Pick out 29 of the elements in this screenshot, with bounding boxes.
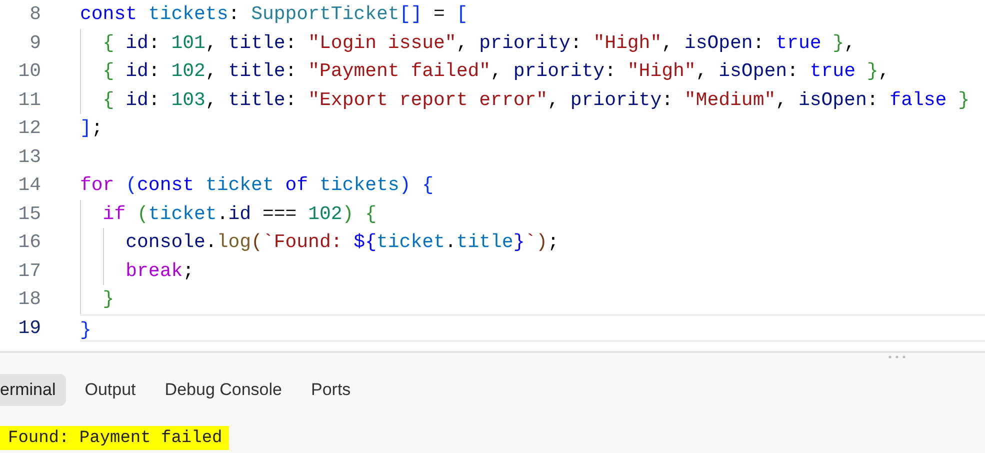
drag-handle-icon[interactable] xyxy=(887,354,907,360)
code-line: { id: 103, title: "Export report error", priority: "Medium", isOpen: false } xyxy=(102,88,970,110)
code-line: { id: 101, title: "Login issue", priority: "High", isOpen: true }, xyxy=(102,32,856,54)
panel-tab[interactable]: Ports xyxy=(301,374,361,406)
code-line: const tickets: SupportTicket[] = [ xyxy=(80,3,468,25)
line-number: 15 xyxy=(17,202,41,226)
line-number: 19 xyxy=(17,316,41,340)
code-line: break; xyxy=(124,260,194,282)
line-number: 16 xyxy=(17,230,41,255)
line-number: 10 xyxy=(17,59,41,84)
line-number: 11 xyxy=(17,88,41,112)
line-number: 13 xyxy=(17,144,41,170)
code-line: console.log(`Found: ${ticket.title}`); xyxy=(124,231,559,253)
code-line: for (const ticket of tickets) { xyxy=(80,174,434,196)
terminal-output: Found: Payment failed xyxy=(0,426,230,450)
line-number: 8 xyxy=(28,2,41,27)
line-number: 12 xyxy=(17,116,41,141)
code-line: ]; xyxy=(80,117,103,139)
line-number: 17 xyxy=(17,258,41,284)
panel-tab[interactable]: Debug Console xyxy=(154,374,292,406)
code-line: } xyxy=(80,318,92,340)
code-line: } xyxy=(102,288,114,310)
code-line: if (ticket.id === 102) { xyxy=(102,202,377,224)
panel-tab[interactable]: Output xyxy=(74,374,146,406)
panel-tab[interactable]: erminal xyxy=(0,374,66,406)
line-number: 18 xyxy=(17,287,41,312)
code-line: { id: 102, title: "Payment failed", priority: "High", isOpen: true }, xyxy=(102,60,890,82)
line-number: 9 xyxy=(28,30,41,56)
line-number: 14 xyxy=(17,173,41,198)
